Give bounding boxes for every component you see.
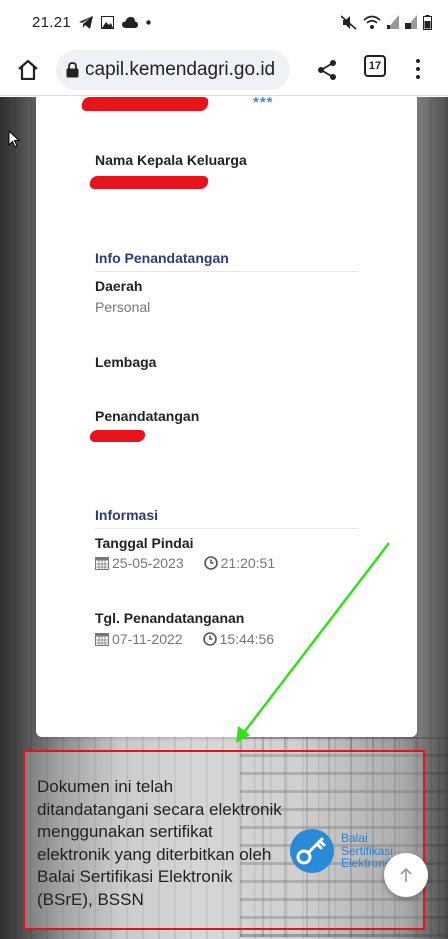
document-info-card: *** Nama Kepala Keluarga Info Penandatan… — [36, 97, 417, 737]
address-bar[interactable]: capil.kemendagri.go.id — [56, 49, 290, 90]
esign-banner-annotation: Dokumen ini telah ditandatangani secara … — [23, 750, 425, 930]
home-button[interactable] — [0, 44, 56, 96]
telegram-icon — [79, 15, 94, 29]
signal-icon-2 — [405, 15, 417, 29]
status-bar: 21.21 — [0, 0, 448, 44]
signal-icon-1 — [387, 15, 399, 29]
browser-menu-button[interactable] — [408, 54, 428, 84]
head-of-family-label: Nama Kepala Keluarga — [95, 152, 247, 168]
sign-time-value: 15:44:56 — [219, 631, 275, 647]
url-text: capil.kemendagri.go.id — [85, 58, 276, 80]
browser-toolbar: capil.kemendagri.go.id 17 — [0, 44, 448, 96]
redaction-mark — [88, 430, 147, 442]
signer-label: Penandatangan — [95, 408, 200, 424]
masked-number: *** — [253, 97, 274, 111]
battery-icon — [423, 14, 432, 30]
bsre-logo: Balai Sertifikasi Elektronik — [289, 828, 394, 874]
scan-time-value: 21:20:51 — [220, 555, 276, 571]
scan-date-label: Tanggal Pindai — [95, 535, 194, 551]
calendar-icon — [95, 557, 109, 570]
scroll-to-top-button[interactable] — [384, 853, 428, 897]
sign-date-value: 07-11-2022 — [112, 631, 183, 647]
lock-icon — [66, 61, 79, 77]
tab-switcher-button[interactable]: 17 — [364, 55, 386, 77]
scan-datetime: 25-05-2023 21:20:51 — [95, 555, 275, 571]
region-label: Daerah — [95, 278, 143, 294]
information-title: Informasi — [95, 507, 358, 529]
gallery-icon — [101, 15, 115, 29]
sign-datetime: 07-11-2022 15:44:56 — [95, 631, 274, 647]
clock-icon — [202, 632, 217, 646]
status-time: 21.21 — [32, 13, 72, 31]
wifi-icon — [363, 15, 381, 29]
redaction-mark — [80, 97, 210, 111]
bsre-key-icon — [290, 829, 334, 873]
redaction-mark — [88, 176, 210, 189]
dot-icon — [146, 19, 151, 25]
calendar-icon — [95, 633, 109, 646]
institution-label: Lembaga — [95, 354, 157, 370]
bsre-logo-line1: Balai — [341, 831, 368, 846]
mouse-pointer-icon — [8, 130, 20, 148]
home-icon — [18, 59, 38, 80]
mute-icon — [341, 14, 357, 30]
signing-info-title: Info Penandatangan — [95, 250, 358, 272]
share-icon — [318, 60, 336, 80]
scan-date-value: 25-05-2023 — [112, 555, 184, 571]
esign-banner-text: Dokumen ini telah ditandatangani secara … — [37, 777, 282, 909]
share-button[interactable] — [314, 52, 340, 88]
region-value: Personal — [95, 299, 151, 315]
sign-date-label: Tgl. Penandatanganan — [95, 610, 245, 626]
arrow-up-icon — [400, 867, 412, 882]
clock-icon — [203, 556, 218, 570]
cloud-icon — [122, 16, 139, 28]
